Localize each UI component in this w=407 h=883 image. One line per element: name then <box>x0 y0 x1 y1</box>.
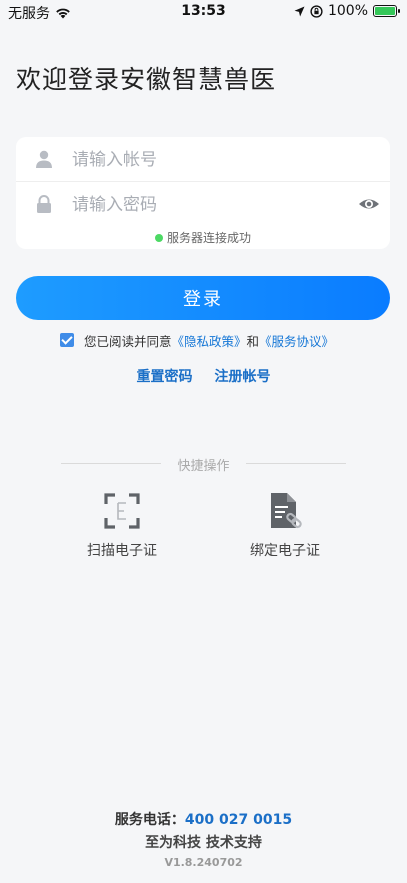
status-dot-icon <box>154 233 163 242</box>
orientation-lock-icon <box>310 4 323 18</box>
agreement-conjunction: 和 <box>246 333 260 349</box>
battery-icon <box>373 5 400 17</box>
service-phone: 服务电话：400 027 0015 <box>0 809 407 829</box>
tech-support: 至为科技 技术支持 <box>145 835 262 851</box>
document-link-icon <box>271 493 302 529</box>
status-right-group: 100% <box>294 3 400 19</box>
page-title: 欢迎登录安徽智慧兽医 <box>16 65 277 94</box>
server-status-text: 服务器连接成功 <box>166 231 251 245</box>
bind-certificate-button[interactable]: 绑定电子证 <box>225 492 345 560</box>
eye-icon[interactable] <box>358 194 380 214</box>
user-icon <box>36 150 52 168</box>
status-bar: 无服务 13:53 100% <box>0 0 407 24</box>
password-input[interactable] <box>70 190 354 220</box>
password-row <box>16 181 390 226</box>
divider-left <box>61 463 161 464</box>
bind-certificate-label: 绑定电子证 <box>250 543 320 559</box>
reset-password-link[interactable]: 重置密码 <box>137 369 193 385</box>
service-agreement-link[interactable]: 《服务协议》 <box>259 331 334 350</box>
account-links: 重置密码 注册帐号 <box>0 366 407 386</box>
battery-percent: 100% <box>327 3 368 19</box>
scan-certificate-button[interactable]: 扫描电子证 <box>62 492 182 560</box>
quick-actions-label: 快捷操作 <box>177 459 230 474</box>
divider-right <box>246 463 346 464</box>
register-link[interactable]: 注册帐号 <box>215 369 271 385</box>
agreement-row: 您已阅读并同意 《隐私政策》 和 《服务协议》 <box>60 331 334 349</box>
login-form-card: 服务器连接成功 <box>16 137 390 249</box>
lock-icon <box>37 195 51 213</box>
scan-certificate-label: 扫描电子证 <box>87 543 157 559</box>
scan-frame-icon <box>104 493 140 529</box>
location-arrow-icon <box>294 6 305 16</box>
agreement-checkbox[interactable] <box>60 333 74 347</box>
account-input[interactable] <box>70 145 354 175</box>
service-phone-number[interactable]: 400 027 0015 <box>185 812 292 828</box>
login-button[interactable]: 登录 <box>16 276 390 320</box>
agreement-prefix: 您已阅读并同意 <box>84 333 172 349</box>
account-row <box>16 137 390 181</box>
server-status: 服务器连接成功 <box>16 229 390 246</box>
service-phone-label: 服务电话： <box>114 812 185 828</box>
app-version: V1.8.240702 <box>164 856 243 869</box>
privacy-policy-link[interactable]: 《隐私政策》 <box>172 331 247 350</box>
